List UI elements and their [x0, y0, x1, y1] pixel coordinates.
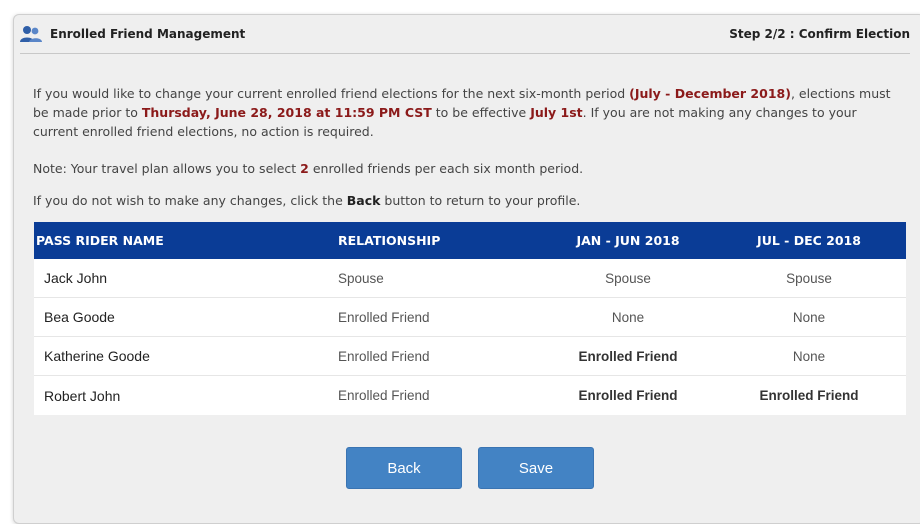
- col-header-jan-jun: JAN - JUN 2018: [576, 233, 680, 248]
- jul-dec-cell: None: [792, 348, 826, 364]
- pass-rider-name: Robert John: [44, 387, 121, 404]
- pass-rider-name: Jack John: [44, 270, 108, 286]
- note-paragraph: Note: Your travel plan allows you to sel…: [33, 159, 893, 178]
- instruction-text-2: button to return to your profile.: [380, 193, 581, 208]
- save-button[interactable]: Save: [478, 447, 594, 489]
- intro-text-1: If you would like to change your current…: [33, 86, 630, 101]
- jan-jun-cell: None: [611, 309, 645, 325]
- jan-jun-cell: Spouse: [605, 270, 651, 286]
- note-text-2: enrolled friends per each six month peri…: [308, 161, 584, 176]
- intro-effective-date: July 1st: [530, 105, 583, 120]
- pass-rider-name: Katherine Goode: [44, 348, 150, 364]
- relationship-cell: Enrolled Friend: [338, 309, 430, 325]
- jul-dec-cell: Spouse: [786, 270, 832, 286]
- col-header-relationship: RELATIONSHIP: [338, 233, 441, 248]
- panel-header: Enrolled Friend Management Step 2/2 : Co…: [20, 24, 910, 54]
- table-row: Bea Goode Enrolled Friend None None: [34, 298, 906, 337]
- instruction-text-1: If you do not wish to make any changes, …: [33, 193, 347, 208]
- note-count: 2: [300, 161, 309, 176]
- table-header-row: PASS RIDER NAME RELATIONSHIP JAN - JUN 2…: [34, 222, 906, 259]
- relationship-cell: Enrolled Friend: [338, 348, 430, 364]
- table-row: Katherine Goode Enrolled Friend Enrolled…: [34, 337, 906, 376]
- relationship-cell: Enrolled Friend: [338, 388, 430, 403]
- col-header-jul-dec: JUL - DEC 2018: [757, 233, 861, 248]
- relationship-cell: Spouse: [338, 270, 384, 286]
- intro-period: (July - December 2018): [629, 86, 791, 101]
- table-row: Robert John Enrolled Friend Enrolled Fri…: [34, 376, 906, 415]
- intro-deadline: Thursday, June 28, 2018 at 11:59 PM CST: [141, 105, 432, 120]
- back-button[interactable]: Back: [346, 447, 462, 489]
- table-row: Jack John Spouse Spouse Spouse: [34, 259, 906, 298]
- step-indicator: Step 2/2 : Confirm Election: [729, 27, 910, 41]
- jul-dec-cell: Enrolled Friend: [759, 388, 859, 403]
- intro-text-3: to be effective: [431, 105, 531, 120]
- instruction-back-word: Back: [346, 193, 381, 208]
- instruction-paragraph: If you do not wish to make any changes, …: [33, 191, 893, 210]
- pass-rider-name: Bea Goode: [44, 309, 115, 325]
- jan-jun-cell: Enrolled Friend: [578, 388, 678, 403]
- jan-jun-cell: Enrolled Friend: [578, 348, 678, 364]
- jul-dec-cell: None: [792, 309, 826, 325]
- people-icon: [20, 26, 42, 42]
- panel-title: Enrolled Friend Management: [50, 27, 246, 41]
- note-text-1: Note: Your travel plan allows you to sel…: [33, 161, 301, 176]
- elections-table: PASS RIDER NAME RELATIONSHIP JAN - JUN 2…: [34, 222, 906, 415]
- col-header-name: PASS RIDER NAME: [36, 233, 164, 248]
- intro-paragraph: If you would like to change your current…: [33, 84, 893, 141]
